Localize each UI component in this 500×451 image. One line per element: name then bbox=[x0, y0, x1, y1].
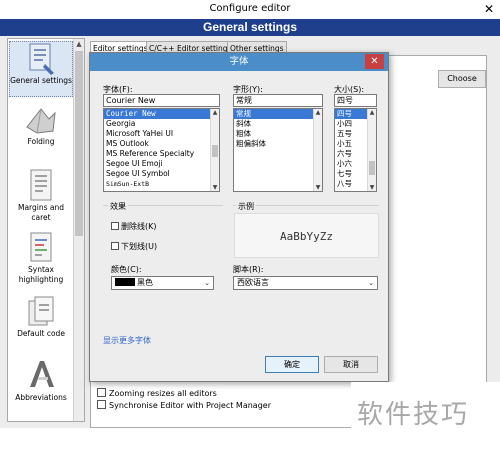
chevron-down-icon: ⌄ bbox=[368, 279, 374, 287]
section-header: General settings bbox=[0, 19, 500, 36]
underline-label: 下划线(U) bbox=[121, 242, 158, 251]
font-sample-preview: AaBbYyZz bbox=[234, 213, 379, 258]
underline-checkbox[interactable]: 下划线(U) bbox=[111, 241, 157, 252]
sidebar-item-syntax-highlighting[interactable]: Syntax highlighting bbox=[9, 231, 73, 289]
scroll-thumb[interactable] bbox=[369, 161, 375, 175]
folding-icon bbox=[26, 108, 56, 134]
show-more-fonts-link[interactable]: 显示更多字体 bbox=[103, 335, 151, 346]
color-select-value: 黑色 bbox=[137, 278, 153, 287]
chevron-down-icon[interactable]: ▼ bbox=[314, 184, 322, 191]
sample-label: 示例 bbox=[236, 201, 256, 212]
list-item[interactable]: MS Reference Specialty bbox=[104, 149, 219, 159]
chevron-down-icon[interactable]: ▼ bbox=[211, 184, 219, 191]
margins-caret-icon bbox=[30, 169, 52, 201]
window-close-button[interactable]: ✕ bbox=[484, 2, 494, 16]
sidebar-item-abbreviations[interactable]: Abbreviations bbox=[9, 357, 73, 407]
chevron-up-icon[interactable]: ▲ bbox=[368, 109, 376, 116]
font-style-input[interactable]: 常规 bbox=[233, 94, 323, 107]
font-name-input[interactable]: Courier New bbox=[103, 94, 220, 107]
font-dialog-titlebar: 字体 ✕ bbox=[90, 53, 388, 71]
sync-checkbox-label: Synchronise Editor with Project Manager bbox=[109, 401, 271, 410]
color-swatch bbox=[115, 278, 135, 286]
list-item[interactable]: 粗偏斜体 bbox=[234, 139, 322, 149]
chevron-up-icon[interactable]: ▲ bbox=[314, 109, 322, 116]
sidebar-item-label: Syntax highlighting bbox=[18, 265, 64, 284]
window-titlebar: Configure editor ✕ bbox=[0, 0, 500, 19]
default-code-icon bbox=[28, 296, 54, 326]
ok-button[interactable]: 确定 bbox=[265, 356, 319, 373]
list-item[interactable]: SimSun-ExtB bbox=[104, 179, 219, 189]
window-bottom-strip bbox=[0, 428, 351, 451]
color-label: 颜色(C): bbox=[111, 265, 142, 274]
watermark-area: 软件技巧 bbox=[351, 382, 500, 451]
font-dialog-title: 字体 bbox=[229, 56, 249, 67]
font-list-scrollbar[interactable]: ▲ ▼ bbox=[210, 109, 219, 191]
sidebar-item-label: Margins and caret bbox=[17, 203, 65, 222]
script-select[interactable]: 西欧语言 ⌄ bbox=[233, 276, 378, 290]
sidebar-scrollbar[interactable]: ▲ bbox=[73, 39, 84, 421]
list-item[interactable]: Georgia bbox=[104, 119, 219, 129]
list-item[interactable]: 粗体 bbox=[234, 129, 322, 139]
sidebar-item-general-settings[interactable]: General settings bbox=[9, 41, 73, 97]
color-select[interactable]: 黑色 ⌄ bbox=[111, 276, 214, 290]
checkbox-box[interactable] bbox=[111, 222, 119, 230]
strikeout-label: 删除线(K) bbox=[121, 222, 157, 231]
size-list-scrollbar[interactable]: ▲ ▼ bbox=[367, 109, 376, 191]
checkbox-box[interactable] bbox=[111, 242, 119, 250]
choose-font-button[interactable]: Choose bbox=[438, 70, 486, 88]
general-settings-icon bbox=[29, 43, 54, 75]
script-label: 脚本(R): bbox=[233, 265, 264, 274]
window-title: Configure editor bbox=[209, 3, 291, 14]
list-item[interactable]: Segoe UI Symbol bbox=[104, 169, 219, 179]
watermark-text: 软件技巧 bbox=[357, 400, 470, 430]
sidebar-item-label: Folding bbox=[27, 137, 55, 146]
list-item[interactable]: MS Outlook bbox=[104, 139, 219, 149]
chevron-down-icon: ⌄ bbox=[204, 279, 210, 287]
sidebar-item-default-code[interactable]: Default code bbox=[9, 295, 73, 343]
sidebar-item-label: Abbreviations bbox=[15, 393, 67, 402]
sync-checkbox[interactable]: Synchronise Editor with Project Manager bbox=[97, 400, 271, 410]
sidebar-scroll-thumb[interactable] bbox=[75, 51, 83, 236]
section-header-title: General settings bbox=[202, 20, 298, 34]
abbreviations-icon bbox=[30, 361, 54, 387]
font-size-list[interactable]: 四号 小四 五号 小五 六号 小六 七号 八号 ▲ ▼ bbox=[334, 108, 377, 192]
sidebar-item-label: General settings bbox=[10, 76, 72, 85]
checkbox-box[interactable] bbox=[97, 388, 106, 397]
list-item[interactable]: Segoe UI Emoji bbox=[104, 159, 219, 169]
sidebar-item-margins-caret[interactable]: Margins and caret bbox=[9, 167, 73, 223]
checkbox-box[interactable] bbox=[97, 400, 106, 409]
sidebar-item-label: Default code bbox=[17, 329, 65, 338]
style-list-scrollbar[interactable]: ▲ ▼ bbox=[313, 109, 322, 191]
script-select-value: 西欧语言 bbox=[237, 278, 269, 287]
font-dialog-close-button[interactable]: ✕ bbox=[365, 54, 384, 69]
scroll-thumb[interactable] bbox=[212, 145, 218, 157]
zoom-checkbox-label: Zooming resizes all editors bbox=[109, 389, 217, 398]
settings-sidebar: General settings Folding Margins and car… bbox=[7, 38, 85, 422]
strikeout-checkbox[interactable]: 删除线(K) bbox=[111, 221, 157, 232]
list-item[interactable]: 斜体 bbox=[234, 119, 322, 129]
syntax-highlighting-icon bbox=[30, 232, 52, 262]
chevron-up-icon[interactable]: ▲ bbox=[74, 40, 84, 48]
font-name-list[interactable]: Courier New Georgia Microsoft YaHei UI M… bbox=[103, 108, 220, 192]
sidebar-item-folding[interactable]: Folding bbox=[9, 103, 73, 159]
effects-label: 效果 bbox=[108, 201, 128, 212]
font-style-list[interactable]: 常规 斜体 粗体 粗偏斜体 ▲ ▼ bbox=[233, 108, 323, 192]
font-size-input[interactable]: 四号 bbox=[334, 94, 377, 107]
list-item[interactable]: 常规 bbox=[234, 109, 322, 119]
list-item[interactable]: Courier New bbox=[104, 109, 219, 119]
zoom-checkbox[interactable]: Zooming resizes all editors bbox=[97, 388, 217, 398]
chevron-down-icon[interactable]: ▼ bbox=[368, 184, 376, 191]
cancel-button[interactable]: 取消 bbox=[324, 356, 378, 373]
chevron-up-icon[interactable]: ▲ bbox=[211, 109, 219, 116]
list-item[interactable]: Microsoft YaHei UI bbox=[104, 129, 219, 139]
